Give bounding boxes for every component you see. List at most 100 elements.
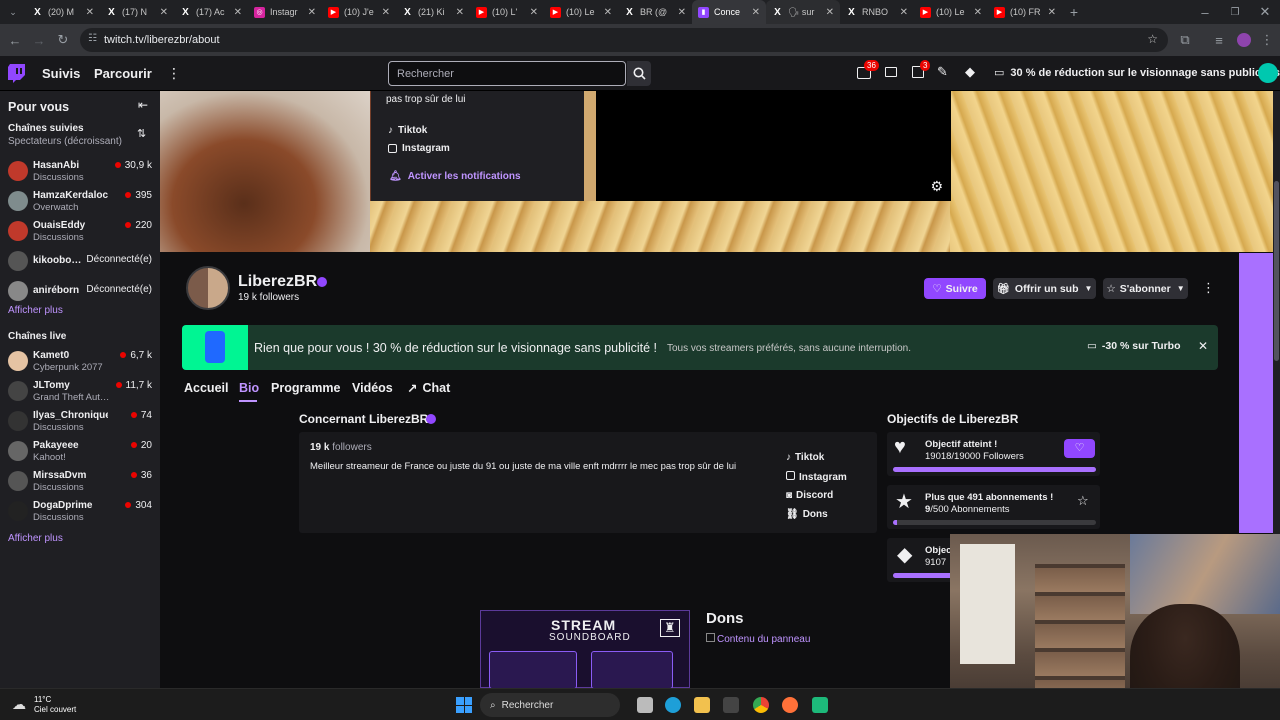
close-tab-icon[interactable]: ✕ (678, 7, 686, 18)
sidebar-channel[interactable]: Ilyas_Chronique Discussions 74 (0, 407, 160, 437)
browser-tab[interactable]: ▶ (10) L' ✕ (470, 0, 544, 24)
close-tab-icon[interactable]: ✕ (234, 7, 242, 18)
new-tab-button[interactable]: + (1062, 0, 1086, 24)
gift-sub-button[interactable]: 🎁︎ Offrir un sub ▼ (993, 278, 1096, 299)
soundboard-btn-2[interactable] (591, 651, 673, 688)
about-link-tiktok[interactable]: ♪ Tiktok (786, 452, 824, 463)
twitch-logo-icon[interactable] (8, 64, 25, 83)
channel-more-icon[interactable]: ⋮ (1202, 280, 1215, 296)
browser-tab[interactable]: X (17) N ✕ (100, 0, 174, 24)
bookmark-star-icon[interactable]: ☆ (1147, 32, 1158, 46)
browser-tab[interactable]: X (21) Ki ✕ (396, 0, 470, 24)
close-tab-icon[interactable]: ✕ (900, 7, 908, 18)
browser-tab[interactable]: ▶ (10) J'e ✕ (322, 0, 396, 24)
nav-browse[interactable]: Parcourir (94, 66, 152, 81)
maximize-button[interactable]: ❐ (1220, 0, 1250, 24)
turbo-promo[interactable]: ▭ 30 % de réduction sur le visionnage sa… (994, 66, 1280, 80)
sidebar-channel[interactable]: Pakayeee Kahoot! 20 (0, 437, 160, 467)
nav-following[interactable]: Suivis (42, 66, 80, 81)
sidebar-channel[interactable]: kikoobo… Déconnecté(e) (0, 247, 160, 277)
close-tab-icon[interactable]: ✕ (160, 7, 168, 18)
browser-tab[interactable]: X 🗣 sur ✕ (766, 0, 840, 24)
video-player[interactable]: ⚙ (596, 91, 951, 201)
about-link-instagram[interactable]: Instagram (786, 471, 847, 483)
browser-tab[interactable]: ▮ Conce ✕ (692, 0, 766, 24)
channel-name[interactable]: LiberezBR (238, 273, 317, 291)
soundboard-panel[interactable]: STREAM SOUNDBOARD ♜ (480, 610, 690, 688)
sidebar-channel[interactable]: DogaDprime Discussions 304 (0, 497, 160, 527)
mail-icon[interactable] (885, 67, 897, 77)
close-tab-icon[interactable]: ✕ (974, 7, 982, 18)
channel-avatar[interactable] (186, 266, 230, 310)
goal-subscribe-star-icon[interactable]: ☆ (1077, 493, 1089, 509)
browser-tab[interactable]: ◎ Instagr ✕ (248, 0, 322, 24)
show-more-followed[interactable]: Afficher plus (8, 305, 63, 316)
sidebar-channel[interactable]: JLTomy Grand Theft Aut… 11,7 k (0, 377, 160, 407)
store-icon[interactable] (723, 697, 739, 713)
browser-tab[interactable]: X BR (@ ✕ (618, 0, 692, 24)
browser-tab[interactable]: X (20) M ✕ (26, 0, 100, 24)
extensions-icon[interactable]: ⧉ (1173, 28, 1197, 52)
windows-start-icon[interactable] (456, 697, 472, 713)
popup-link-tiktok[interactable]: ♪ Tiktok (388, 125, 427, 136)
sidebar-channel[interactable]: OuaisEddy Discussions 220 (0, 217, 160, 247)
soundboard-btn-1[interactable] (489, 651, 577, 688)
taskbar-search[interactable]: ⌕ Rechercher (480, 693, 620, 717)
firefox-icon[interactable] (782, 697, 798, 713)
goal-follow-button[interactable]: ♡ (1064, 439, 1095, 458)
bits-icon[interactable]: ◆ (965, 64, 975, 80)
profile-icon[interactable] (1232, 28, 1256, 52)
collapse-sidebar-icon[interactable]: ⇤ (138, 98, 148, 112)
show-more-live[interactable]: Afficher plus (8, 533, 63, 544)
prime-icon[interactable]: ✎ (937, 64, 948, 80)
tab-search-icon[interactable]: ⌄ (0, 0, 26, 24)
close-tab-icon[interactable]: ✕ (530, 7, 538, 18)
browser-tab[interactable]: ▶ (10) Le ✕ (914, 0, 988, 24)
browser-tab[interactable]: ▶ (10) FR ✕ (988, 0, 1062, 24)
app-icon[interactable] (812, 697, 828, 713)
sidebar-channel[interactable]: HasanAbi Discussions 30,9 k (0, 157, 160, 187)
user-avatar[interactable] (1258, 63, 1278, 83)
close-tab-icon[interactable]: ✕ (1048, 7, 1056, 18)
edge-icon[interactable] (665, 697, 681, 713)
browser-tab[interactable]: X RNBO ✕ (840, 0, 914, 24)
sort-icon[interactable]: ⇅ (137, 127, 146, 140)
back-icon[interactable]: ← (3, 28, 27, 52)
tab-home[interactable]: Accueil (184, 381, 228, 395)
tab-chat[interactable]: ↗ Chat (407, 381, 450, 396)
site-info-icon[interactable]: ☷ (88, 33, 97, 44)
tab-bio[interactable]: Bio (239, 381, 259, 395)
close-window-button[interactable]: ✕ (1250, 0, 1280, 24)
search-input[interactable]: Rechercher (388, 61, 626, 86)
promo-cta-button[interactable]: ▭ -30 % sur Turbo (1087, 340, 1181, 352)
close-tab-icon[interactable]: ✕ (604, 7, 612, 18)
tab-schedule[interactable]: Programme (271, 381, 340, 395)
dons-panel-image[interactable]: Contenu du panneau (706, 633, 810, 645)
search-button[interactable] (627, 61, 651, 86)
popup-notify-button[interactable]: 🔔︎ Activer les notifications (389, 171, 521, 182)
close-tab-icon[interactable]: ✕ (456, 7, 464, 18)
browser-tab[interactable]: ▶ (10) Le ✕ (544, 0, 618, 24)
about-link-discord[interactable]: ◙ Discord (786, 490, 833, 501)
sidebar-channel[interactable]: aniréborn Déconnecté(e) (0, 277, 160, 307)
weather-icon[interactable]: ☁ (12, 696, 26, 713)
subscribe-button[interactable]: ☆ S'abonner ▼ (1103, 278, 1188, 299)
minimize-button[interactable]: – (1190, 0, 1220, 24)
chrome-icon[interactable] (753, 697, 769, 713)
media-icon[interactable]: ≡ (1207, 28, 1231, 52)
reload-icon[interactable]: ↻ (51, 28, 75, 52)
player-settings-icon[interactable]: ⚙ (930, 178, 943, 195)
url-field[interactable]: ☷ twitch.tv/liberezbr/about ☆ (80, 28, 1168, 52)
close-tab-icon[interactable]: ✕ (826, 7, 834, 18)
nav-more-icon[interactable]: ⋮ (167, 65, 181, 82)
about-link-dons[interactable]: ⛓ Dons (786, 509, 828, 520)
sidebar-channel[interactable]: HamzaKerdaloco Overwatch 395 (0, 187, 160, 217)
tab-videos[interactable]: Vidéos (352, 381, 393, 395)
close-tab-icon[interactable]: ✕ (752, 7, 760, 18)
sidebar-channel[interactable]: Kamet0 Cyberpunk 2077 6,7 k (0, 347, 160, 377)
close-tab-icon[interactable]: ✕ (382, 7, 390, 18)
follow-button[interactable]: ♡ Suivre (924, 278, 986, 299)
close-tab-icon[interactable]: ✕ (308, 7, 316, 18)
menu-icon[interactable]: ⋮ (1255, 28, 1279, 52)
promo-close-icon[interactable]: ✕ (1198, 339, 1208, 353)
